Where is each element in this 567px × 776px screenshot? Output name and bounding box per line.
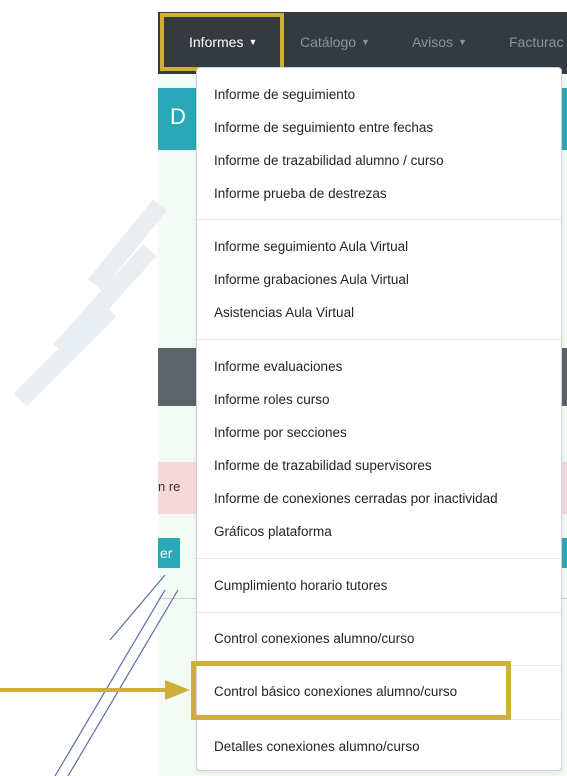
pointer-arrow-icon [0, 680, 190, 700]
